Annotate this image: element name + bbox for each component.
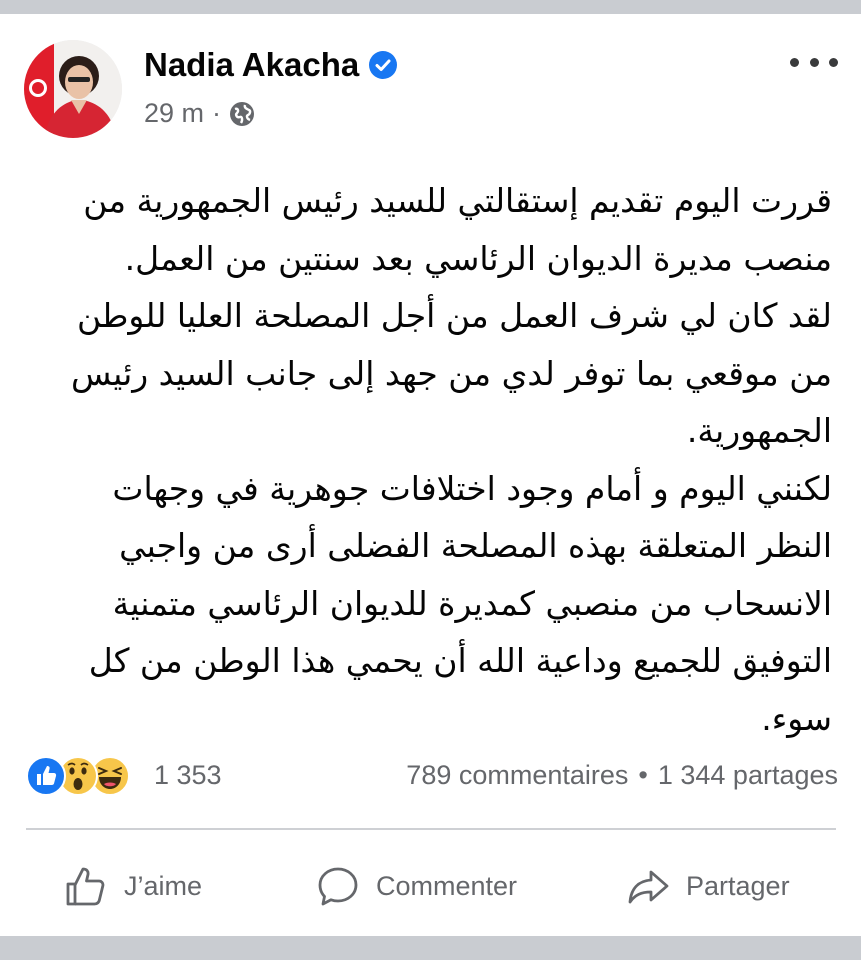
stats-separator: • [638,760,648,790]
comment-button[interactable]: Commenter [316,862,517,910]
reactions-summary[interactable] [26,756,146,798]
comment-label: Commenter [376,870,518,901]
like-label: J’aime [124,870,203,901]
post-meta: 29 m · [144,98,255,129]
actions-divider [26,828,836,830]
author-name-row: Nadia Akacha [144,46,398,84]
post-stats: 1 353 789 commentaires • 1 344 partages [26,754,838,802]
post-header: Nadia Akacha 29 m · [24,40,844,140]
comments-count[interactable]: 789 commentaires [406,760,628,791]
author-name[interactable]: Nadia Akacha [144,46,359,84]
post-actions-bar: J’aime Commenter Partager [0,836,861,932]
meta-separator: · [212,98,222,128]
top-border [0,0,861,14]
verified-badge-icon [369,51,398,79]
engagement-summary: 789 commentaires • 1 344 partages [406,760,838,791]
bottom-border [0,936,861,960]
more-dot-icon [809,57,819,67]
post-paragraph: لكنني اليوم و أمام وجود اختلافات جوهرية … [88,468,832,738]
share-button[interactable]: Partager [626,862,790,910]
comment-bubble-icon [318,867,358,906]
more-options-button[interactable] [790,50,838,74]
post-paragraph: قررت اليوم تقديم إستقالتي للسيد رئيس الج… [83,181,832,278]
post-body: قررت اليوم تقديم إستقالتي للسيد رئيس الج… [40,172,832,747]
like-button[interactable]: J’aime [64,862,202,910]
thumbs-up-icon [66,867,105,906]
reactions-count[interactable]: 1 353 [154,760,222,791]
like-reaction-icon [26,756,66,796]
share-label: Partager [686,870,790,901]
post-paragraph: لقد كان لي شرف العمل من أجل المصلحة العل… [71,296,832,450]
more-dot-icon [790,57,799,67]
share-arrow-icon [628,870,669,904]
post-timestamp[interactable]: 29 m [144,98,204,129]
author-avatar[interactable] [24,40,122,138]
more-dot-icon [829,57,838,67]
shares-count[interactable]: 1 344 partages [658,760,838,791]
globe-icon [230,101,255,126]
